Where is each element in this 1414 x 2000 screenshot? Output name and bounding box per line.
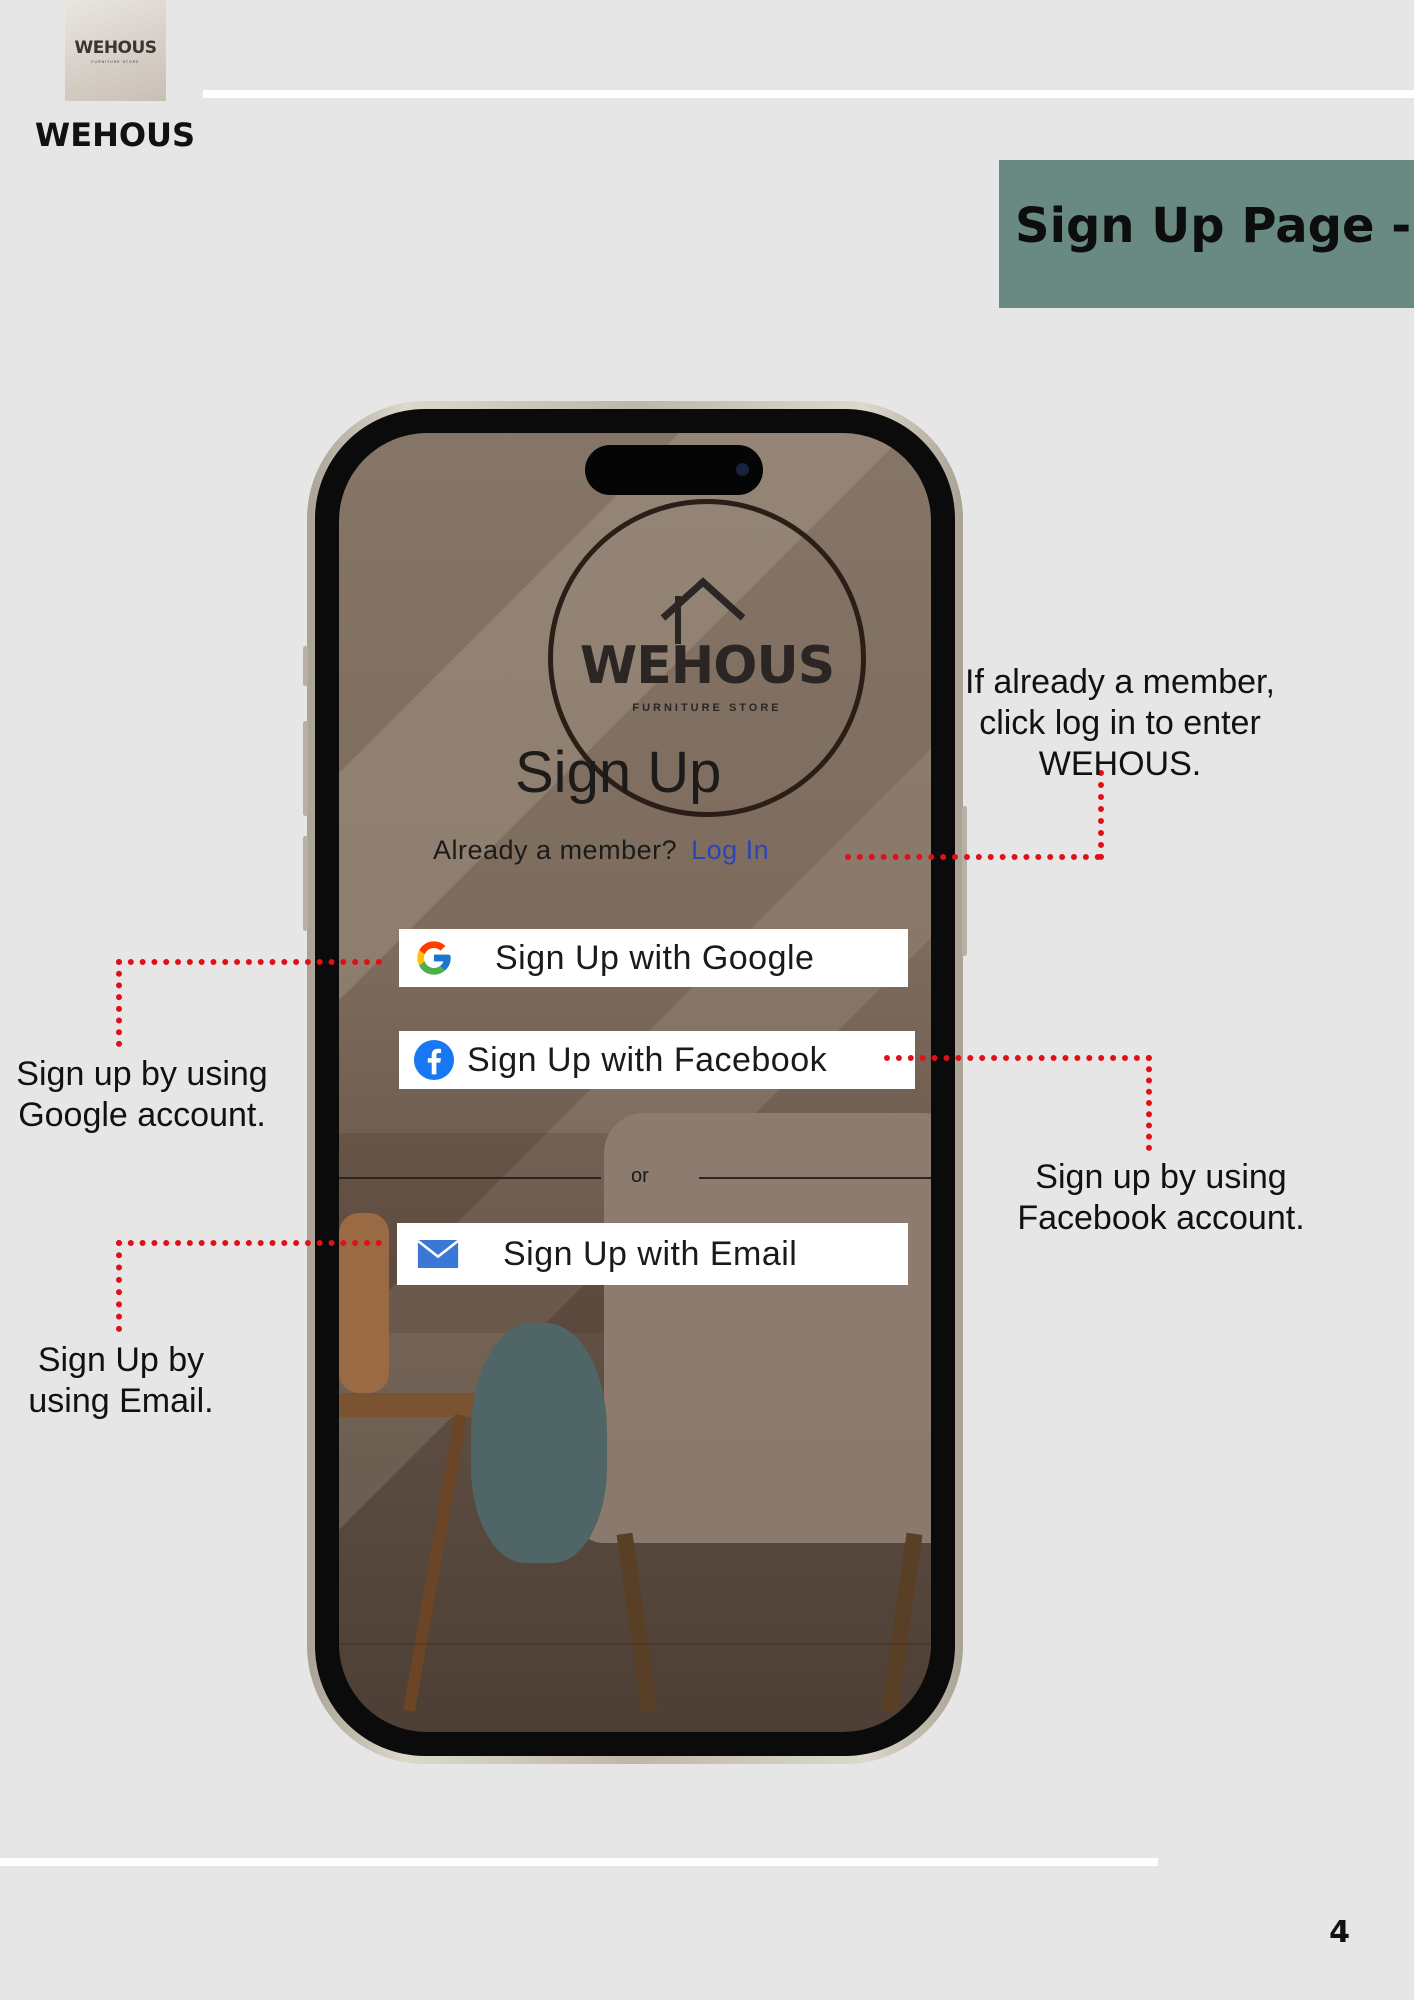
background-table-leg bbox=[403, 1414, 467, 1712]
logo-sub-text: FURNITURE STORE bbox=[91, 59, 140, 64]
page-title: Sign Up Page - 1 bbox=[1015, 198, 1414, 254]
or-divider-right bbox=[699, 1177, 931, 1179]
email-callout-connector bbox=[116, 1240, 122, 1332]
phone-volume-down-button bbox=[303, 836, 308, 931]
page-title-box: Sign Up Page - 1 bbox=[999, 160, 1414, 308]
logo-wordmark: WEHOUS bbox=[579, 636, 835, 696]
background-large-vase bbox=[471, 1323, 607, 1563]
signup-google-button[interactable]: Sign Up with Google bbox=[399, 929, 908, 987]
brand-name: WEHOUS bbox=[34, 116, 196, 154]
email-callout-connector bbox=[116, 1240, 382, 1246]
google-button-label: Sign Up with Google bbox=[495, 938, 815, 977]
or-divider-text: or bbox=[631, 1165, 649, 1187]
google-callout-text: Sign up by using Google account. bbox=[16, 1055, 268, 1134]
signup-title: Sign Up bbox=[515, 740, 722, 805]
wehous-logo-thumbnail: WEHOUS FURNITURE STORE bbox=[65, 0, 166, 101]
email-button-label: Sign Up with Email bbox=[503, 1234, 798, 1273]
background-chair-back bbox=[604, 1113, 931, 1473]
signup-facebook-button[interactable]: Sign Up with Facebook bbox=[399, 1031, 915, 1089]
phone-action-button bbox=[303, 646, 308, 686]
top-divider-line bbox=[203, 90, 1414, 98]
logo-mark-text: WEHOUS bbox=[74, 37, 157, 58]
background-floor-line bbox=[339, 1643, 931, 1645]
facebook-callout-connector bbox=[884, 1055, 1152, 1061]
bottom-divider-line bbox=[0, 1858, 1158, 1866]
member-prompt-text: Already a member? bbox=[433, 835, 678, 865]
phone-volume-up-button bbox=[303, 721, 308, 816]
background-chair-leg bbox=[616, 1532, 658, 1714]
page-number: 4 bbox=[1329, 1915, 1350, 1950]
phone-power-button bbox=[962, 806, 967, 956]
login-link[interactable]: Log In bbox=[691, 835, 769, 865]
phone-mockup: WEHOUS FURNITURE STORE Sign Up Already a… bbox=[303, 401, 967, 1764]
facebook-callout-text: Sign up by using Facebook account. bbox=[1017, 1158, 1305, 1237]
background-chair-seat bbox=[574, 1433, 931, 1543]
email-callout-text: Sign Up by using Email. bbox=[28, 1341, 214, 1420]
phone-bezel: WEHOUS FURNITURE STORE Sign Up Already a… bbox=[315, 409, 955, 1756]
logo-tagline: FURNITURE STORE bbox=[632, 702, 782, 714]
signup-email-button[interactable]: Sign Up with Email bbox=[397, 1223, 908, 1285]
google-icon bbox=[413, 937, 455, 979]
facebook-icon bbox=[413, 1039, 455, 1081]
mail-icon bbox=[417, 1233, 459, 1275]
dynamic-island bbox=[585, 445, 763, 495]
login-callout-connector bbox=[845, 854, 1101, 860]
front-camera bbox=[736, 463, 749, 476]
or-divider-left bbox=[339, 1177, 601, 1179]
facebook-callout-connector bbox=[1146, 1055, 1152, 1151]
login-callout-text: If already a member, click log in to ent… bbox=[965, 663, 1275, 783]
google-callout-connector bbox=[116, 959, 122, 1047]
phone-screen: WEHOUS FURNITURE STORE Sign Up Already a… bbox=[339, 433, 931, 1732]
google-callout-connector bbox=[116, 959, 382, 965]
facebook-button-label: Sign Up with Facebook bbox=[467, 1040, 828, 1079]
house-roof-icon bbox=[660, 577, 746, 644]
background-chair-leg bbox=[881, 1532, 923, 1714]
member-prompt-row: Already a member? Log In bbox=[433, 835, 769, 866]
